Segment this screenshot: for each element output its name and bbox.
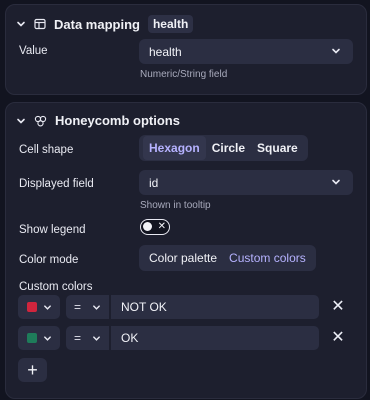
data-mapping-panel: Data mapping health Value health Numeric… <box>5 4 367 95</box>
show-legend-label: Show legend <box>19 224 86 236</box>
cell-shape-square[interactable]: Square <box>251 136 304 160</box>
cell-shape-hexagon[interactable]: Hexagon <box>143 136 206 160</box>
rule-value-input[interactable]: NOT OK <box>111 295 319 319</box>
honeycomb-options-panel: Honeycomb options Cell shape Hexagon Cir… <box>5 102 367 399</box>
color-swatch <box>26 333 37 343</box>
chevron-down-icon <box>93 304 100 310</box>
section-title: Honeycomb options <box>55 113 180 128</box>
rule-operator-select[interactable]: = <box>66 326 109 350</box>
plus-icon: + <box>27 359 38 380</box>
operator-value: = <box>74 331 82 345</box>
color-mode-palette[interactable]: Color palette <box>143 246 223 270</box>
displayed-field-selected: id <box>149 175 159 190</box>
chevron-down-icon <box>331 176 341 190</box>
displayed-field-select[interactable]: id <box>139 170 353 195</box>
custom-colors-label: Custom colors <box>19 281 93 293</box>
cell-shape-circle[interactable]: Circle <box>206 136 251 160</box>
value-hint: Numeric/String field <box>140 69 228 80</box>
remove-rule-button[interactable]: ✕ <box>330 299 346 315</box>
mapping-tag: health <box>147 15 194 33</box>
close-icon: ✕ <box>331 298 345 315</box>
rule-operator-select[interactable]: = <box>66 295 109 319</box>
data-mapping-header[interactable]: Data mapping health <box>16 15 194 33</box>
close-icon: ✕ <box>331 329 345 346</box>
color-mode-segmented: Color palette Custom colors <box>139 245 316 271</box>
show-legend-toggle[interactable]: ✕ <box>140 219 170 235</box>
honeycomb-icon <box>34 115 47 127</box>
value-select[interactable]: health <box>139 39 353 64</box>
rule-value-input[interactable]: OK <box>111 326 319 350</box>
chevron-down-icon <box>331 45 341 59</box>
color-swatch <box>26 302 37 312</box>
remove-rule-button[interactable]: ✕ <box>330 330 346 346</box>
color-mode-custom[interactable]: Custom colors <box>223 246 312 270</box>
chevron-down-icon <box>93 335 100 341</box>
close-icon: ✕ <box>157 221 166 232</box>
section-title: Data mapping <box>54 16 140 32</box>
rule-value: OK <box>121 331 139 345</box>
table-icon <box>34 18 46 30</box>
rule-color-picker[interactable] <box>18 326 60 350</box>
cell-shape-label: Cell shape <box>19 144 74 156</box>
add-rule-button[interactable]: + <box>18 358 47 382</box>
rule-value: NOT OK <box>121 300 167 314</box>
displayed-field-label: Displayed field <box>19 178 94 190</box>
honeycomb-header[interactable]: Honeycomb options <box>16 113 180 128</box>
value-label: Value <box>19 45 48 57</box>
toggle-knob <box>143 222 152 231</box>
chevron-down-icon[interactable] <box>16 116 26 126</box>
value-selected: health <box>149 44 182 59</box>
color-mode-label: Color mode <box>19 254 79 266</box>
rule-color-picker[interactable] <box>18 295 60 319</box>
chevron-down-icon <box>43 335 51 341</box>
operator-value: = <box>74 300 82 314</box>
displayed-field-hint: Shown in tooltip <box>140 200 211 211</box>
chevron-down-icon[interactable] <box>16 19 26 29</box>
cell-shape-segmented: Hexagon Circle Square <box>139 135 308 161</box>
chevron-down-icon <box>43 304 51 310</box>
